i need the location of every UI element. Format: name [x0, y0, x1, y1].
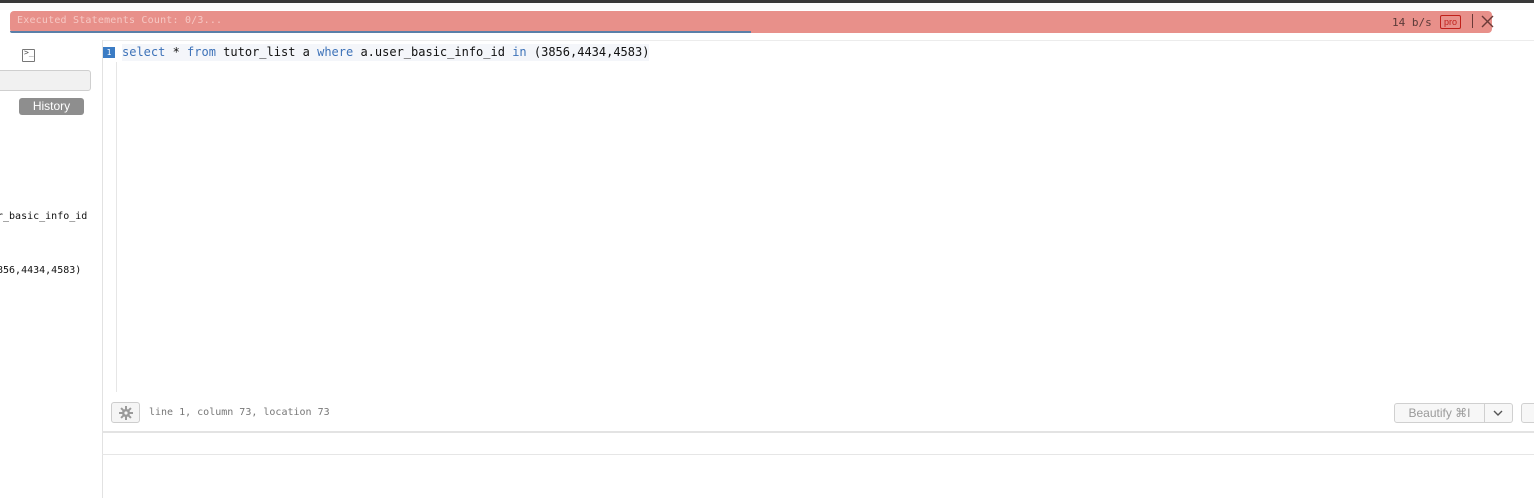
history-button[interactable]: History — [19, 98, 84, 115]
beautify-button[interactable]: Beautify ⌘I — [1394, 403, 1485, 423]
history-entry-fragment[interactable]: r_basic_info_id — [0, 211, 87, 222]
sql-keyword: in — [512, 45, 527, 59]
execution-progress-banner: Executed Statements Count: 0/3... 14 b/s… — [10, 11, 1494, 33]
results-header-divider — [102, 454, 1534, 455]
sql-text: (3856,4434,4583) — [526, 45, 650, 59]
cursor-position-status: line 1, column 73, location 73 — [149, 407, 330, 418]
sql-keyword: where — [317, 45, 354, 59]
gear-icon — [119, 406, 133, 420]
transfer-rate: 14 b/s — [1392, 16, 1432, 29]
sql-text: * — [165, 45, 188, 59]
pro-badge: pro — [1440, 15, 1462, 29]
execution-progress-bar — [10, 31, 751, 33]
sql-text: tutor_list a — [215, 45, 318, 59]
sidebar-divider — [102, 40, 103, 498]
query-sidebar: >_ History r_basic_info_id 856,4434,4583… — [0, 40, 102, 498]
history-entry-fragment[interactable]: 856,4434,4583) — [0, 265, 81, 276]
sql-text: a.user_basic_info_id — [353, 45, 513, 59]
sql-keyword: from — [187, 45, 216, 59]
editor-results-splitter[interactable] — [102, 431, 1534, 433]
editor-settings-button[interactable] — [111, 402, 140, 423]
execution-status-text: Executed Statements Count: 0/3... — [17, 15, 223, 26]
beautify-options-dropdown[interactable] — [1485, 403, 1513, 423]
close-banner-button[interactable] — [1481, 15, 1494, 28]
window-top-border — [0, 0, 1534, 3]
terminal-icon[interactable]: >_ — [22, 48, 35, 62]
editor-gutter-border — [116, 62, 117, 392]
chevron-down-icon — [1493, 410, 1503, 416]
close-icon — [1481, 15, 1494, 28]
sql-keyword: select — [122, 45, 166, 59]
banner-separator — [1472, 14, 1473, 28]
header-divider — [102, 40, 1534, 41]
sidebar-filter-input[interactable] — [0, 70, 91, 91]
run-button[interactable] — [1521, 403, 1534, 423]
sql-code-line[interactable]: select * from tutor_list a where a.user_… — [122, 44, 650, 61]
line-number: 1 — [103, 47, 115, 58]
